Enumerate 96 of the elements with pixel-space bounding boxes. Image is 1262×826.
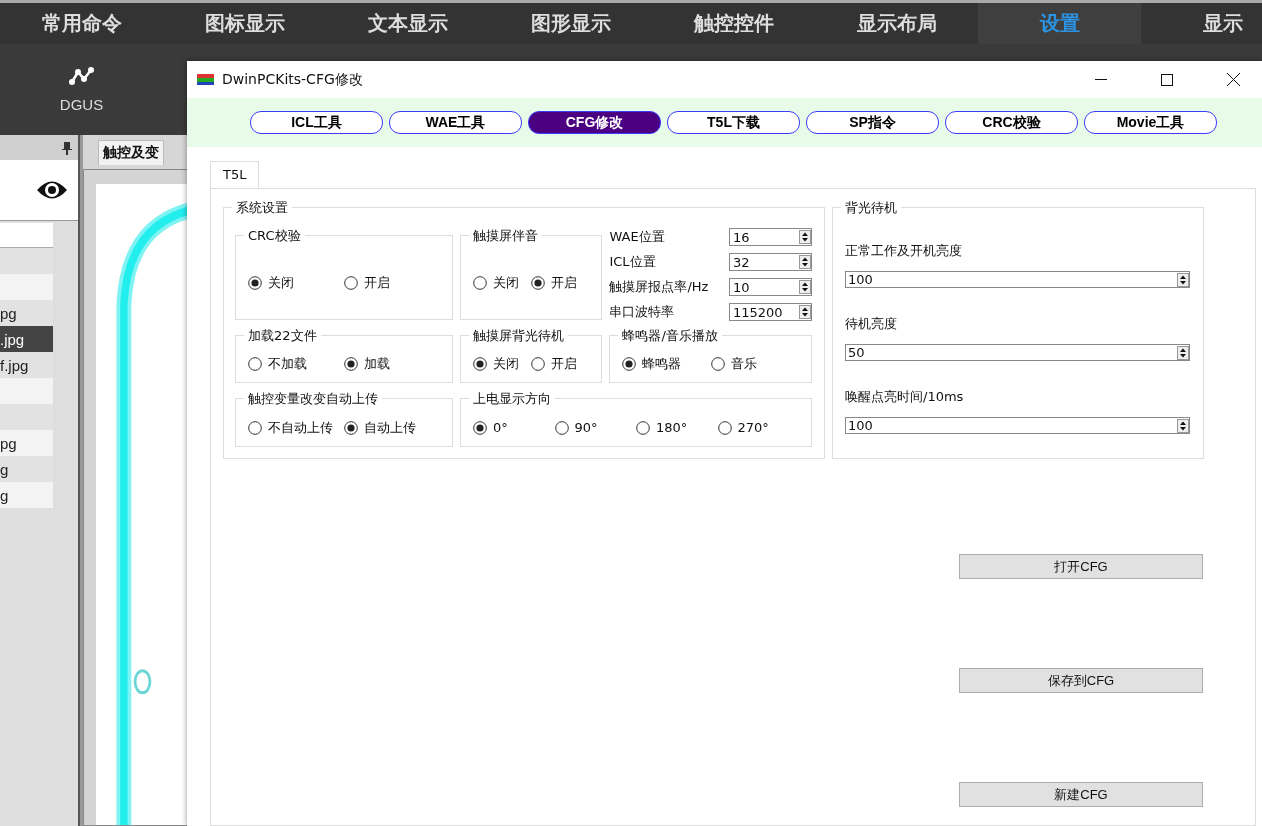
group-title: CRC校验 [244,227,305,245]
radio-option[interactable]: 0° [473,420,555,435]
spin-field[interactable]: 10 [729,278,812,296]
group-title: 触摸屏背光待机 [468,327,568,345]
field-label: ICL位置 [609,253,656,271]
radio-option[interactable]: 加载 [343,355,440,373]
tool-button[interactable]: CRC校验 [945,111,1078,134]
spin-field[interactable]: 50 [845,344,1190,361]
radio-option[interactable]: 不自动上传 [248,418,344,437]
tool-button[interactable]: SP指令 [806,111,939,134]
field-label: WAE位置 [609,228,665,246]
menu-tab[interactable]: 常用命令 [0,3,163,44]
spin-arrows-icon[interactable] [799,305,811,319]
action-button[interactable]: 保存到CFG [959,668,1203,693]
search-field[interactable] [0,223,53,248]
radio-button-icon[interactable] [248,357,262,371]
spin-field[interactable]: 115200 [729,303,812,321]
file-list-item[interactable]: .jpg [0,326,53,352]
spin-arrows-icon[interactable] [1177,345,1189,360]
menu-tab[interactable]: 文本显示 [326,3,489,44]
field-label: 正常工作及开机亮度 [845,242,963,260]
line-chart-icon[interactable] [68,66,95,86]
pin-icon[interactable] [62,140,72,155]
action-button[interactable]: 新建CFG [959,782,1203,807]
close-icon [1226,73,1240,86]
tool-button[interactable]: WAE工具 [389,111,522,134]
radio-button-icon[interactable] [472,275,487,290]
radio-button-icon[interactable] [554,420,569,435]
group-title: 上电显示方向 [469,390,555,408]
radio-option[interactable]: 音乐 [710,355,800,373]
group-title: 背光待机 [841,199,901,217]
radio-option[interactable]: 不加载 [248,355,344,373]
file-list-item[interactable]: g [0,456,53,482]
radio-option[interactable]: 关闭 [472,355,531,373]
radio-button-icon[interactable] [531,275,545,290]
group-title: 触摸屏伴音 [468,227,542,245]
radio-button-icon[interactable] [343,357,358,371]
radio-option[interactable]: 90° [554,420,636,435]
spin-field[interactable]: 32 [729,253,812,271]
radio-option[interactable]: 开启 [343,273,440,292]
radio-option[interactable]: 关闭 [472,273,531,292]
radio-option[interactable]: 自动上传 [344,418,440,437]
radio-button-icon[interactable] [248,420,262,435]
window-title: DwinPCKits-CFG修改 [222,70,364,89]
radio-button-icon[interactable] [343,275,358,290]
spin-field[interactable]: 100 [845,271,1190,288]
radio-button-icon[interactable] [473,420,487,435]
spin-arrows-icon[interactable] [799,255,811,269]
tool-button[interactable]: ICL工具 [250,111,383,134]
tool-button[interactable]: T5L下载 [667,111,800,134]
file-list-item[interactable]: g [0,482,53,508]
file-list-item[interactable]: f.jpg [0,352,53,378]
radio-button-icon[interactable] [717,420,732,435]
action-button[interactable]: 打开CFG [959,554,1203,579]
radio-button-icon[interactable] [248,275,262,290]
radio-option[interactable]: 开启 [531,355,590,373]
radio-button-icon[interactable] [636,420,650,435]
tool-button[interactable]: CFG修改 [528,111,661,134]
radio-button-icon[interactable] [472,357,487,371]
menu-tab[interactable]: 触控控件 [652,3,815,44]
field-label: 串口波特率 [609,303,675,321]
group-title: 系统设置 [232,199,292,217]
menu-tab[interactable]: 显示 [1141,3,1262,44]
radio-button-icon[interactable] [710,357,725,371]
radio-option[interactable]: 关闭 [248,273,344,292]
tool-button[interactable]: Movie工具 [1084,111,1217,134]
radio-button-icon[interactable] [344,420,358,435]
menu-tab[interactable]: 图标显示 [163,3,326,44]
radio-button-icon[interactable] [622,357,637,371]
field-label: 待机亮度 [845,315,898,333]
spin-field[interactable]: 16 [729,228,812,246]
radio-option[interactable]: 270° [717,420,799,435]
group-title: 触控变量改变自动上传 [244,390,382,408]
group-title: 蜂鸣器/音乐播放 [618,327,722,345]
toolbar-label: DGUS [59,96,104,113]
minimize-icon [1095,78,1107,81]
file-list-item[interactable]: pg [0,430,53,456]
spin-arrows-icon[interactable] [1177,418,1189,433]
menu-tab[interactable]: 图形显示 [489,3,652,44]
radio-option[interactable]: 开启 [531,273,590,292]
group-title: 加载22文件 [244,327,321,345]
file-list-item[interactable]: pg [0,300,53,326]
field-label: 唤醒点亮时间/10ms [845,388,965,406]
spin-field[interactable]: 100 [845,417,1190,434]
spin-arrows-icon[interactable] [799,280,811,294]
field-label: 触摸屏报点率/Hz [609,278,709,296]
spin-arrows-icon[interactable] [799,230,811,244]
radio-option[interactable]: 蜂鸣器 [622,355,711,373]
radio-button-icon[interactable] [531,357,545,371]
spin-arrows-icon[interactable] [1177,272,1189,287]
editor-tab[interactable]: 触控及变 [98,140,164,165]
tab[interactable]: T5L [210,161,260,189]
radio-option[interactable]: 180° [636,420,718,435]
maximize-icon [1161,73,1173,86]
app-logo-icon [197,74,214,85]
menu-tab[interactable]: 显示布局 [815,3,978,44]
